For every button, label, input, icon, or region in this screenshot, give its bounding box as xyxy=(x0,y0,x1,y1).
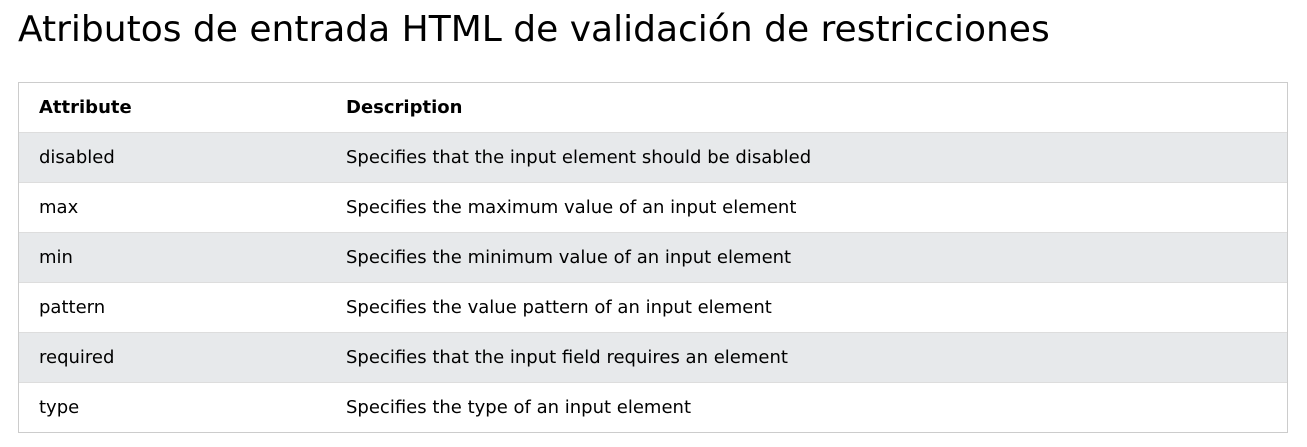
header-attribute: Attribute xyxy=(19,83,326,133)
attribute-cell: type xyxy=(19,382,326,432)
page-title: Atributos de entrada HTML de validación … xyxy=(18,9,1050,50)
description-cell: Specifies the minimum value of an input … xyxy=(326,232,1287,283)
attribute-cell: pattern xyxy=(19,282,326,333)
description-cell: Specifies the type of an input element xyxy=(326,382,1287,432)
attributes-table-container: Attribute Description disabled Specifies… xyxy=(18,82,1288,433)
table-row: disabled Specifies that the input elemen… xyxy=(19,132,1287,183)
table-row: required Specifies that the input field … xyxy=(19,332,1287,383)
header-row: Attribute Description xyxy=(19,83,1287,133)
attribute-cell: disabled xyxy=(19,132,326,183)
attribute-cell: max xyxy=(19,182,326,233)
header-description: Description xyxy=(326,83,1287,133)
description-cell: Specifies that the input field requires … xyxy=(326,332,1287,383)
table-row: type Specifies the type of an input elem… xyxy=(19,382,1287,432)
table-row: pattern Specifies the value pattern of a… xyxy=(19,282,1287,333)
table-row: max Specifies the maximum value of an in… xyxy=(19,182,1287,233)
table-header: Attribute Description xyxy=(19,83,1287,133)
description-cell: Specifies the maximum value of an input … xyxy=(326,182,1287,233)
description-cell: Specifies the value pattern of an input … xyxy=(326,282,1287,333)
description-cell: Specifies that the input element should … xyxy=(326,132,1287,183)
attribute-cell: required xyxy=(19,332,326,383)
table-body: disabled Specifies that the input elemen… xyxy=(19,132,1287,432)
table-row: min Specifies the minimum value of an in… xyxy=(19,232,1287,283)
attributes-table: Attribute Description disabled Specifies… xyxy=(19,83,1287,432)
attribute-cell: min xyxy=(19,232,326,283)
